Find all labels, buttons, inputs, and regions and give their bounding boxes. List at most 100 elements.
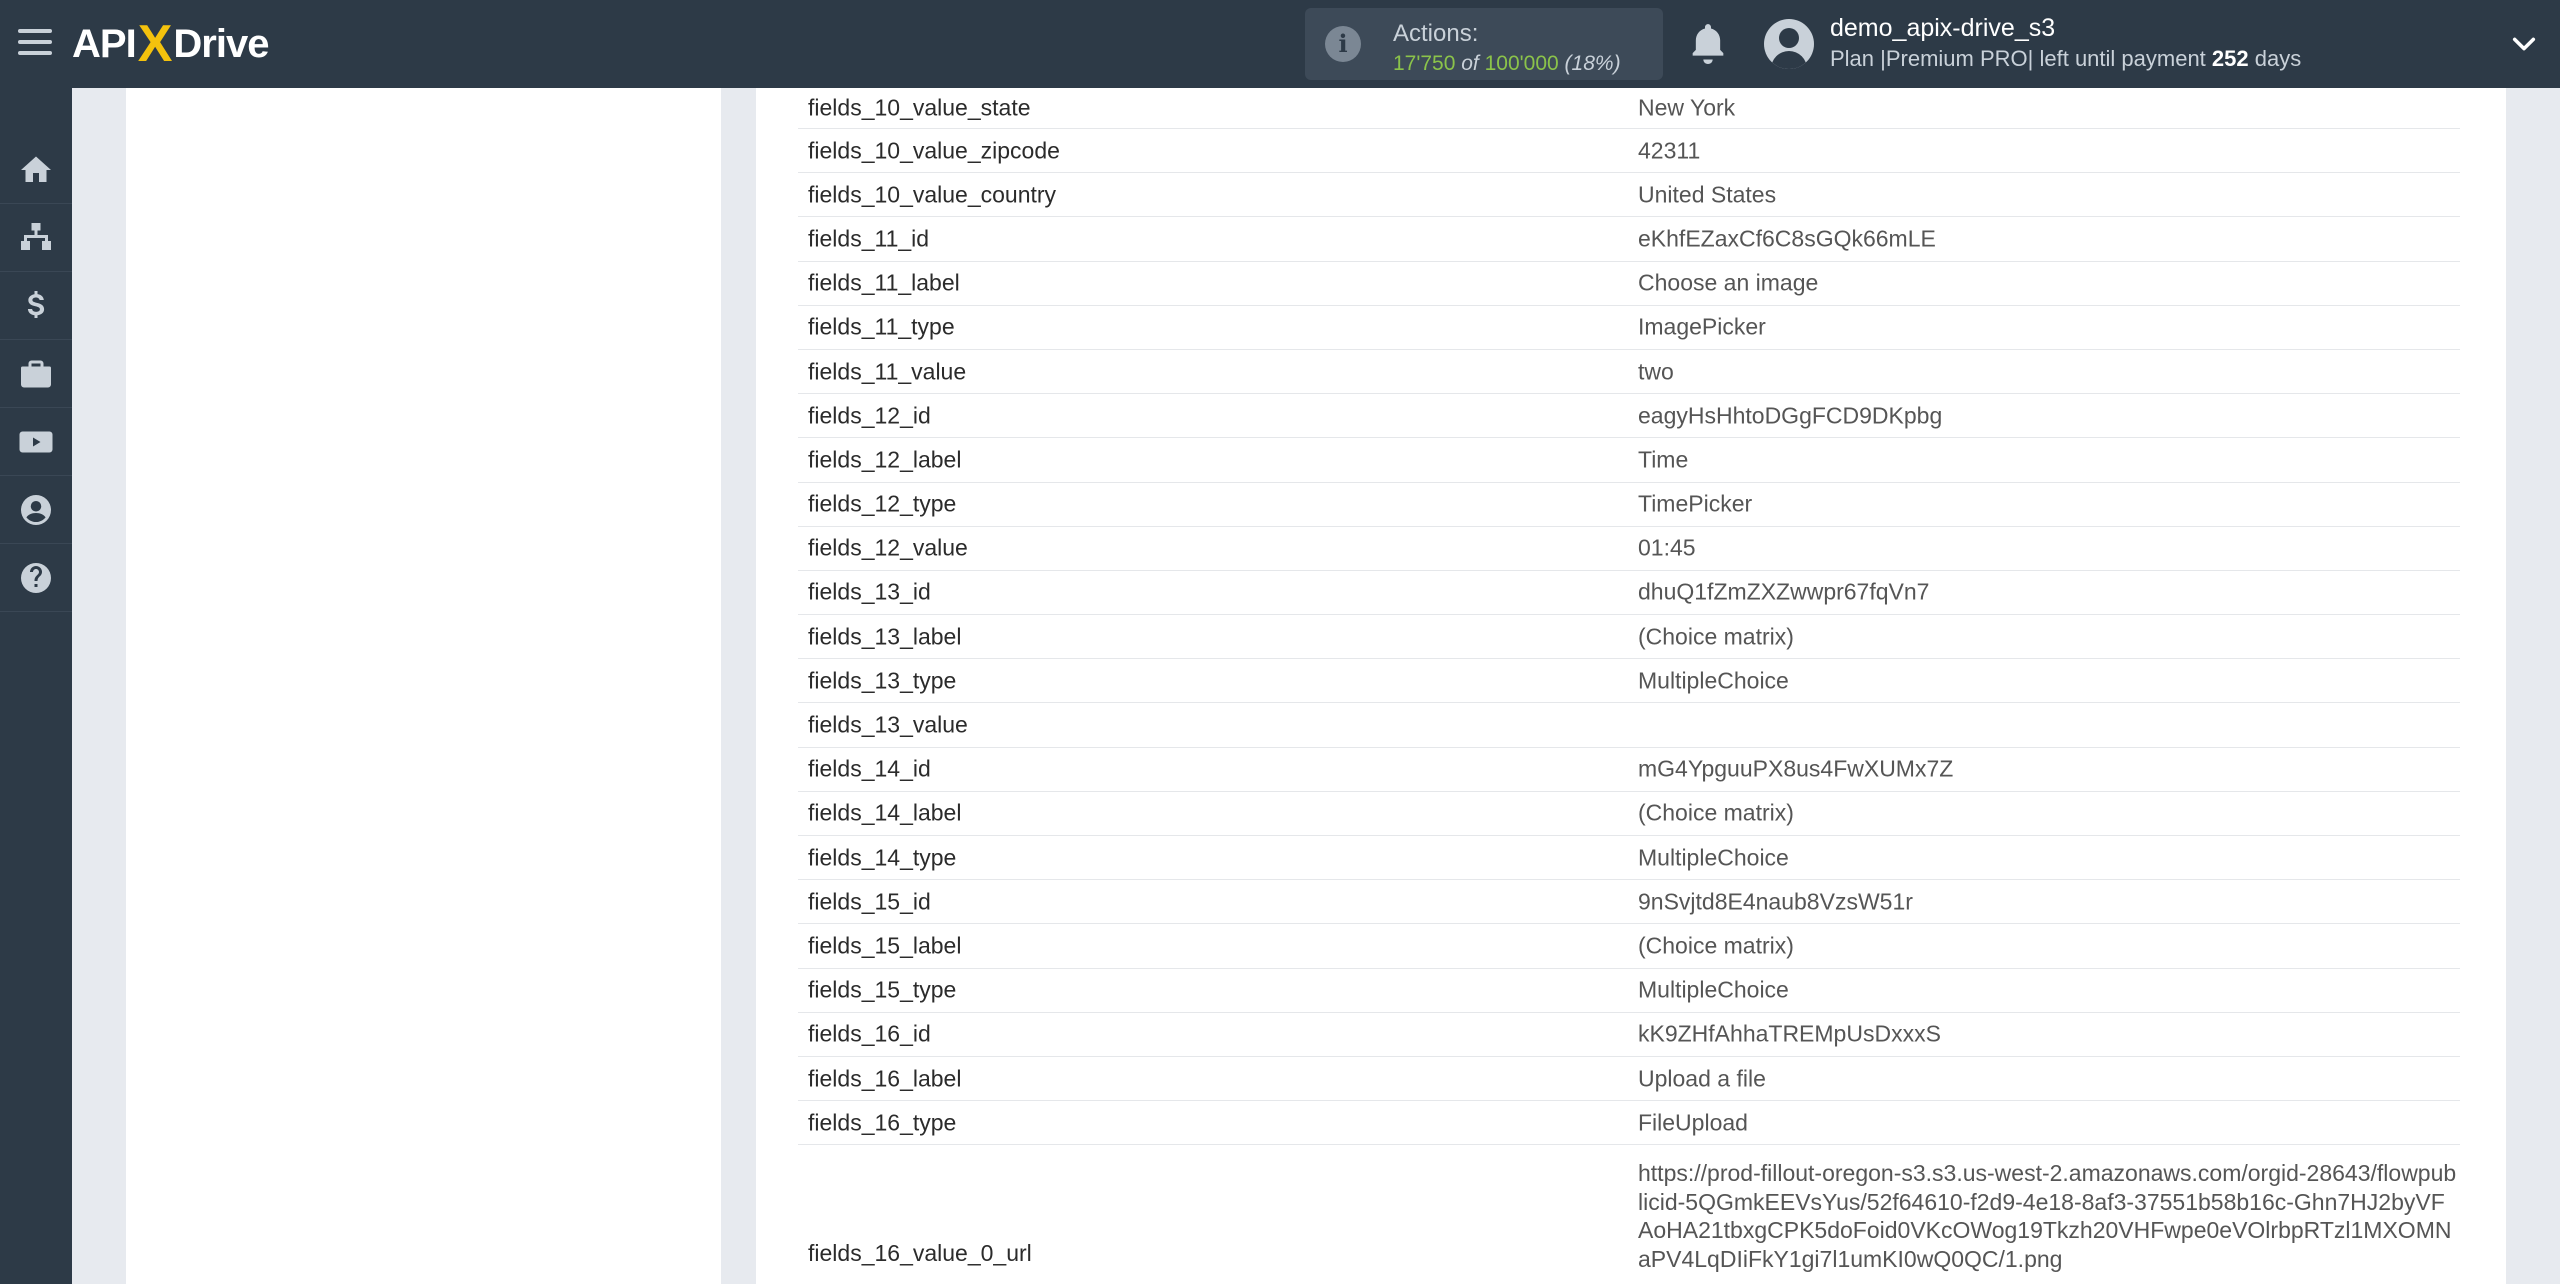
field-key: fields_13_value [808, 711, 968, 738]
table-row: fields_16_label Upload a file [798, 1057, 2460, 1102]
table-row: fields_14_id mG4YpguuPX8us4FwXUMx7Z [798, 748, 2460, 792]
field-value: dhuQ1fZmZXZwwpr67fqVn7 [1638, 578, 1930, 605]
table-row: fields_12_label Time [798, 438, 2460, 483]
table-row: fields_14_type MultipleChoice [798, 836, 2460, 881]
info-icon: i [1325, 26, 1361, 62]
sidebar-item-connections[interactable] [0, 204, 72, 272]
actions-of: of [1461, 52, 1479, 75]
field-value: https://prod-fillout-oregon-s3.s3.us-wes… [1638, 1160, 2457, 1272]
field-key: fields_14_id [808, 755, 931, 782]
sidebar-item-videos[interactable] [0, 408, 72, 476]
field-value: 42311 [1638, 137, 1701, 164]
field-key: fields_11_type [808, 313, 955, 340]
actions-value: 17'750 of 100'000 (18%) [1393, 52, 1621, 76]
field-value: MultipleChoice [1638, 667, 1789, 694]
field-value: mG4YpguuPX8us4FwXUMx7Z [1638, 755, 1954, 782]
table-row: fields_15_id 9nSvjtd8E4naub8VzsW51r [798, 880, 2460, 925]
table-row: fields_16_id kK9ZHfAhhaTREMpUsDxxxS [798, 1013, 2460, 1057]
home-icon [21, 156, 51, 182]
briefcase-icon [21, 360, 51, 387]
field-key: fields_11_value [808, 358, 967, 385]
sidebar-item-billing[interactable] [0, 272, 72, 340]
field-key: fields_13_label [808, 623, 962, 650]
field-value: (Choice matrix) [1638, 799, 1794, 826]
table-row: fields_13_value [798, 703, 2460, 748]
field-value: Time [1638, 446, 1689, 473]
username[interactable]: demo_apix-drive_s3 [1830, 14, 2055, 43]
field-key: fields_15_label [808, 932, 962, 959]
plan-days-count: 252 [2211, 46, 2249, 71]
table-row: fields_12_id eagyHsHhtoDGgFCD9DKpbg [798, 394, 2460, 439]
field-key: fields_12_label [808, 446, 962, 473]
table-row: fields_15_type MultipleChoice [798, 969, 2460, 1013]
field-key: fields_13_id [808, 578, 931, 605]
menu-hamburger-icon[interactable] [18, 25, 52, 59]
left-panel [126, 88, 721, 1284]
table-row: fields_12_type TimePicker [798, 483, 2460, 527]
table-row: fields_12_value 01:45 [798, 527, 2460, 571]
sidebar-item-home[interactable] [0, 136, 72, 204]
field-value: Choose an image [1638, 269, 1819, 296]
table-row: fields_11_label Choose an image [798, 262, 2460, 306]
field-key: fields_16_label [808, 1065, 962, 1092]
table-row: fields_16_type FileUpload [798, 1101, 2460, 1146]
field-value: United States [1638, 181, 1777, 208]
logo-text-x: X [137, 15, 173, 73]
actions-used: 17'750 [1393, 52, 1456, 75]
logo-text-api: API [72, 21, 137, 66]
sidebar-item-account[interactable] [0, 476, 72, 544]
table-row: fields_11_type ImagePicker [798, 306, 2460, 350]
field-key: fields_12_id [808, 402, 931, 429]
table-row: fields_13_type MultipleChoice [798, 659, 2460, 704]
plan-info: Plan |Premium PRO| left until payment 25… [1830, 46, 2301, 72]
table-row: fields_13_id dhuQ1fZmZXZwwpr67fqVn7 [798, 571, 2460, 616]
sitemap-icon [21, 222, 51, 250]
actions-total: 100'000 [1484, 52, 1559, 75]
field-key: fields_10_value_state [808, 94, 1031, 121]
field-key: fields_14_type [808, 844, 957, 871]
table-row: fields_10_value_zipcode 42311 [798, 129, 2460, 174]
table-row: fields_14_label (Choice matrix) [798, 792, 2460, 836]
plan-text: Plan |Premium PRO| left until payment [1830, 46, 2206, 71]
sidebar-item-projects[interactable] [0, 340, 72, 408]
table-row: fields_16_value_0_url https://prod-fillou… [798, 1145, 2460, 1284]
field-value: New York [1638, 94, 1736, 121]
field-key: fields_15_id [808, 888, 931, 915]
actions-counter: i Actions: 17'750 of 100'000 (18%) [1305, 8, 1663, 80]
dollar-icon [27, 290, 45, 318]
table-row: fields_11_id eKhfEZaxCf6C8sGQk66mLE [798, 217, 2460, 262]
user-circle-icon [21, 494, 51, 525]
field-value: 01:45 [1638, 534, 1696, 561]
user-avatar-icon[interactable] [1764, 19, 1814, 69]
field-key: fields_10_value_country [808, 181, 1057, 208]
field-value: MultipleChoice [1638, 844, 1789, 871]
table-row: fields_11_value two [798, 350, 2460, 395]
field-key: fields_16_value_0_url [808, 1240, 1032, 1267]
field-value: TimePicker [1638, 490, 1753, 517]
fields-table: fields_10_value_state New York fields_10_v… [798, 88, 2460, 1284]
field-key: fields_16_type [808, 1109, 957, 1136]
field-value: ImagePicker [1638, 313, 1766, 340]
field-key: fields_14_label [808, 799, 962, 826]
field-value: (Choice matrix) [1638, 932, 1794, 959]
field-key: fields_10_value_zipcode [808, 137, 1060, 164]
plan-days-suffix: days [2254, 46, 2302, 71]
notification-bell-icon[interactable] [1688, 22, 1728, 66]
table-row: fields_10_value_state New York [798, 88, 2460, 129]
help-icon [21, 562, 51, 593]
field-value: Upload a file [1638, 1065, 1766, 1092]
field-key: fields_15_type [808, 976, 957, 1003]
field-value: MultipleChoice [1638, 976, 1789, 1003]
field-value: (Choice matrix) [1638, 623, 1794, 650]
youtube-icon [19, 431, 53, 452]
field-key: fields_11_id [808, 225, 930, 252]
field-value: FileUpload [1638, 1109, 1748, 1136]
field-key: fields_16_id [808, 1020, 931, 1047]
sidebar-nav [0, 88, 72, 1284]
table-row: fields_13_label (Choice matrix) [798, 615, 2460, 660]
actions-percent: (18%) [1564, 52, 1621, 75]
apix-drive-logo[interactable]: API X Drive [72, 14, 269, 74]
chevron-down-icon[interactable] [2510, 30, 2538, 58]
sidebar-item-help[interactable] [0, 544, 72, 612]
field-value: eKhfEZaxCf6C8sGQk66mLE [1638, 225, 1936, 252]
